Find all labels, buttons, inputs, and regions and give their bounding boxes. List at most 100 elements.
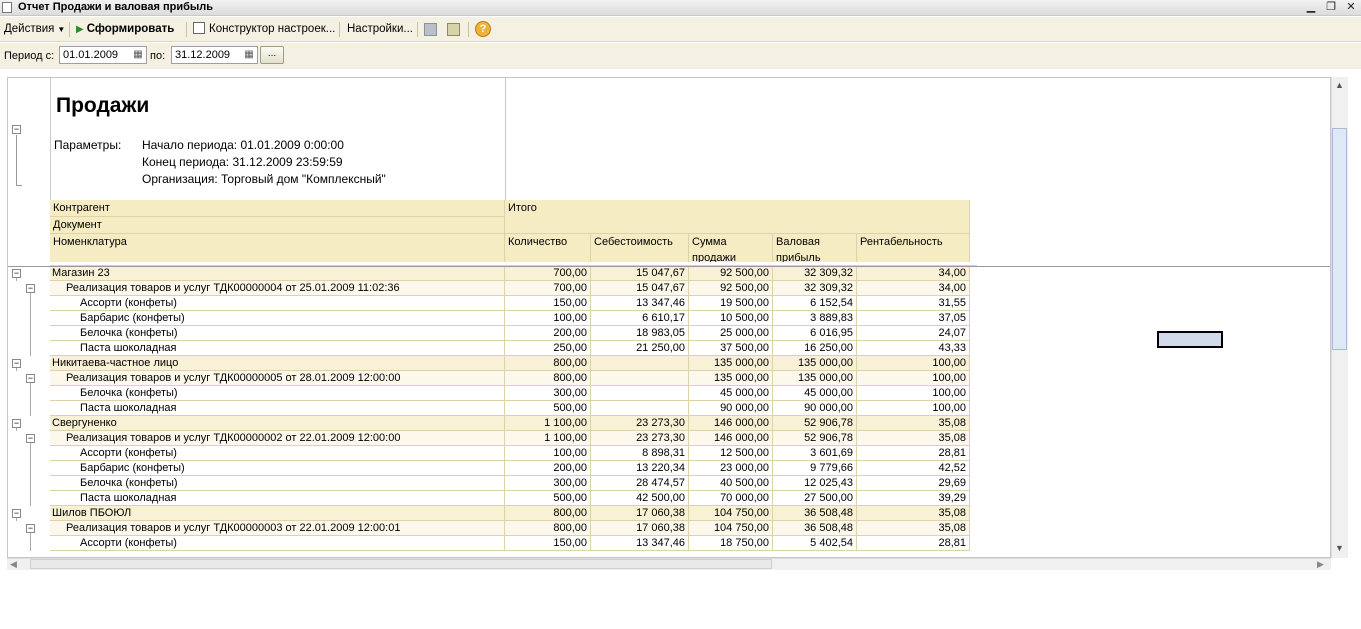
row-name[interactable]: Паста шоколадная	[50, 341, 505, 356]
row-cost[interactable]: 13 347,46	[591, 536, 689, 551]
row-cost[interactable]: 42 500,00	[591, 491, 689, 506]
row-name[interactable]: Паста шоколадная	[50, 401, 505, 416]
row-qty[interactable]: 300,00	[505, 386, 591, 401]
row-margin[interactable]: 35,08	[857, 521, 970, 536]
row-margin[interactable]: 35,08	[857, 416, 970, 431]
row-margin[interactable]: 35,08	[857, 431, 970, 446]
row-cost[interactable]	[591, 371, 689, 386]
row-profit[interactable]: 27 500,00	[773, 491, 857, 506]
row-sales[interactable]: 19 500,00	[689, 296, 773, 311]
minimize-button[interactable]: ▁	[1303, 0, 1319, 15]
row-cost[interactable]: 23 273,30	[591, 431, 689, 446]
row-qty[interactable]: 300,00	[505, 476, 591, 491]
row-margin[interactable]: 42,52	[857, 461, 970, 476]
row-name[interactable]: Паста шоколадная	[50, 491, 505, 506]
row-name[interactable]: Шилов ПБОЮЛ	[50, 506, 505, 521]
collapse-icon[interactable]: −	[26, 524, 35, 533]
row-qty[interactable]: 500,00	[505, 401, 591, 416]
row-margin[interactable]: 34,00	[857, 281, 970, 296]
row-cost[interactable]: 6 610,17	[591, 311, 689, 326]
row-profit[interactable]: 6 152,54	[773, 296, 857, 311]
row-cost[interactable]: 18 983,05	[591, 326, 689, 341]
row-margin[interactable]: 28,81	[857, 536, 970, 551]
row-name[interactable]: Никитаева-частное лицо	[50, 356, 505, 371]
row-cost[interactable]	[591, 401, 689, 416]
row-sales[interactable]: 12 500,00	[689, 446, 773, 461]
report-spreadsheet[interactable]: − Продажи Параметры: Начало периода: 01.…	[7, 77, 1331, 558]
row-name[interactable]: Свергуненко	[50, 416, 505, 431]
row-cost[interactable]: 23 273,30	[591, 416, 689, 431]
row-profit[interactable]: 9 779,66	[773, 461, 857, 476]
row-sales[interactable]: 90 000,00	[689, 401, 773, 416]
collapse-icon[interactable]: −	[12, 269, 21, 278]
row-profit[interactable]: 5 402,54	[773, 536, 857, 551]
row-qty[interactable]: 200,00	[505, 326, 591, 341]
row-name[interactable]: Ассорти (конфеты)	[50, 536, 505, 551]
row-qty[interactable]: 700,00	[505, 266, 591, 281]
restore-button[interactable]: ❐	[1323, 0, 1339, 15]
row-profit[interactable]: 32 309,32	[773, 281, 857, 296]
row-profit[interactable]: 3 601,69	[773, 446, 857, 461]
row-qty[interactable]: 100,00	[505, 446, 591, 461]
row-sales[interactable]: 10 500,00	[689, 311, 773, 326]
row-sales[interactable]: 18 750,00	[689, 536, 773, 551]
row-margin[interactable]: 24,07	[857, 326, 970, 341]
row-sales[interactable]: 146 000,00	[689, 416, 773, 431]
row-name[interactable]: Реализация товаров и услуг ТДК00000003 о…	[50, 521, 505, 536]
row-profit[interactable]: 16 250,00	[773, 341, 857, 356]
row-margin[interactable]: 28,81	[857, 446, 970, 461]
row-sales[interactable]: 23 000,00	[689, 461, 773, 476]
row-margin[interactable]: 29,69	[857, 476, 970, 491]
row-qty[interactable]: 100,00	[505, 311, 591, 326]
row-sales[interactable]: 104 750,00	[689, 506, 773, 521]
row-name[interactable]: Реализация товаров и услуг ТДК00000004 о…	[50, 281, 505, 296]
row-cost[interactable]: 15 047,67	[591, 266, 689, 281]
row-qty[interactable]: 500,00	[505, 491, 591, 506]
row-sales[interactable]: 135 000,00	[689, 356, 773, 371]
calendar-icon[interactable]: ▦	[131, 47, 145, 63]
row-margin[interactable]: 100,00	[857, 401, 970, 416]
row-profit[interactable]: 52 906,78	[773, 431, 857, 446]
row-cost[interactable]: 13 347,46	[591, 296, 689, 311]
row-margin[interactable]: 34,00	[857, 266, 970, 281]
row-cost[interactable]: 28 474,57	[591, 476, 689, 491]
row-cost[interactable]: 17 060,38	[591, 506, 689, 521]
row-name[interactable]: Магазин 23	[50, 266, 505, 281]
row-sales[interactable]: 135 000,00	[689, 371, 773, 386]
row-sales[interactable]: 92 500,00	[689, 266, 773, 281]
scroll-down-icon[interactable]: ▼	[1335, 543, 1344, 553]
row-sales[interactable]: 45 000,00	[689, 386, 773, 401]
row-cost[interactable]: 15 047,67	[591, 281, 689, 296]
row-margin[interactable]: 100,00	[857, 356, 970, 371]
row-sales[interactable]: 70 000,00	[689, 491, 773, 506]
row-profit[interactable]: 135 000,00	[773, 371, 857, 386]
row-cost[interactable]	[591, 386, 689, 401]
row-profit[interactable]: 52 906,78	[773, 416, 857, 431]
row-qty[interactable]: 800,00	[505, 521, 591, 536]
row-qty[interactable]: 800,00	[505, 506, 591, 521]
row-name[interactable]: Реализация товаров и услуг ТДК00000005 о…	[50, 371, 505, 386]
row-qty[interactable]: 250,00	[505, 341, 591, 356]
save-settings-icon[interactable]	[424, 21, 440, 38]
row-profit[interactable]: 12 025,43	[773, 476, 857, 491]
row-sales[interactable]: 25 000,00	[689, 326, 773, 341]
row-sales[interactable]: 92 500,00	[689, 281, 773, 296]
row-qty[interactable]: 800,00	[505, 356, 591, 371]
row-profit[interactable]: 6 016,95	[773, 326, 857, 341]
row-profit[interactable]: 32 309,32	[773, 266, 857, 281]
row-profit[interactable]: 36 508,48	[773, 506, 857, 521]
row-name[interactable]: Белочка (конфеты)	[50, 386, 505, 401]
vertical-scroll-thumb[interactable]	[1332, 128, 1347, 350]
scroll-up-icon[interactable]: ▲	[1335, 80, 1344, 90]
close-button[interactable]: ✕	[1343, 0, 1359, 15]
row-cost[interactable]: 13 220,34	[591, 461, 689, 476]
restore-settings-icon[interactable]	[447, 21, 463, 38]
row-sales[interactable]: 146 000,00	[689, 431, 773, 446]
choose-period-button[interactable]: ...	[260, 46, 284, 64]
row-profit[interactable]: 45 000,00	[773, 386, 857, 401]
collapse-icon[interactable]: −	[12, 509, 21, 518]
row-sales[interactable]: 37 500,00	[689, 341, 773, 356]
row-qty[interactable]: 1 100,00	[505, 416, 591, 431]
collapse-icon[interactable]: −	[12, 125, 21, 134]
collapse-icon[interactable]: −	[26, 434, 35, 443]
